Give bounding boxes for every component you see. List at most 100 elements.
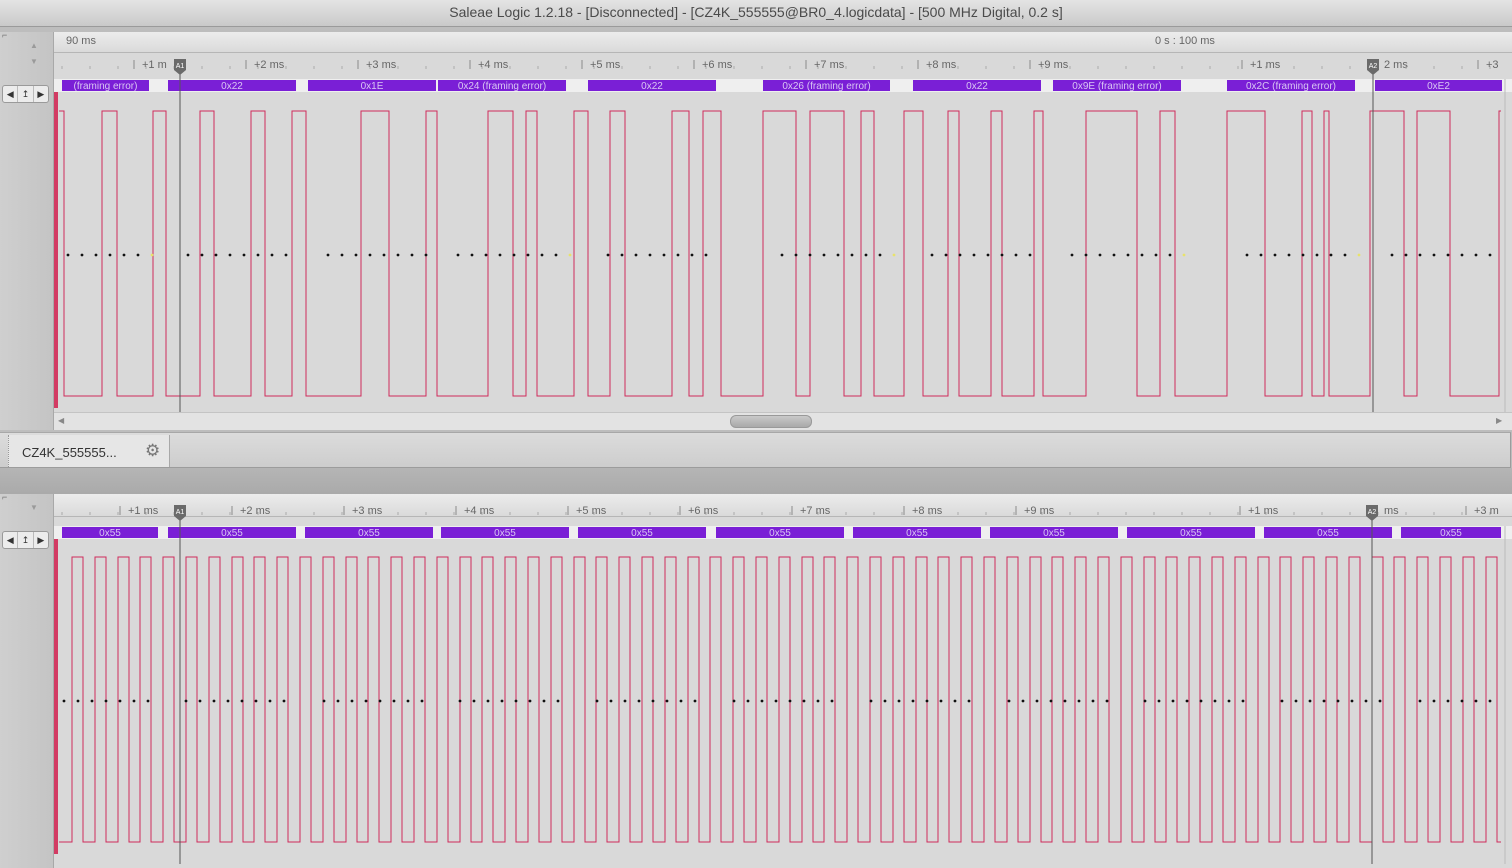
sample-dot (1336, 699, 1340, 703)
sample-dot (80, 253, 84, 257)
horizontal-scrollbar[interactable]: ◀ ▶ (54, 412, 1512, 430)
next-edge-button[interactable]: ▶ (34, 532, 48, 548)
top-waveform-area[interactable]: +1 m +2 ms +3 ms +4 ms +5 ms +6 ms +7 ms +8 ms +… (54, 52, 1512, 430)
bottom-waveform-area[interactable]: +1 ms +2 ms +3 ms +4 ms +5 ms +6 ms +7 ms +8 ms… (54, 494, 1512, 868)
sample-dot (651, 699, 655, 703)
gear-icon[interactable]: ⚙ (145, 441, 160, 461)
sample-dot (512, 253, 516, 257)
sample-dot (606, 253, 610, 257)
sample-dot (609, 699, 613, 703)
previous-edge-button[interactable]: ◀ (3, 86, 19, 102)
sample-dot (540, 253, 544, 257)
ruler-tick-label: +3 ms (366, 59, 397, 71)
scroll-up-icon[interactable]: ▲ (30, 41, 38, 50)
scroll-left-icon[interactable]: ◀ (58, 416, 64, 425)
panel-divider[interactable] (0, 468, 1512, 494)
sample-dot (420, 699, 424, 703)
sample-dot (186, 253, 190, 257)
sample-dot (774, 699, 778, 703)
sample-dot (780, 253, 784, 257)
sample-dot (214, 253, 218, 257)
sample-dot (1418, 253, 1422, 257)
sample-dot (1294, 699, 1298, 703)
sample-dot (1446, 699, 1450, 703)
sample-dot (200, 253, 204, 257)
sample-dot (1301, 253, 1305, 257)
edge-type-button[interactable]: ↥ (18, 532, 34, 548)
marker-a2-label: A2 (1369, 63, 1378, 70)
sample-dot (410, 253, 414, 257)
sample-dot (1213, 699, 1217, 703)
sample-dot (665, 699, 669, 703)
sample-dot (198, 699, 202, 703)
decode-label: 0x55 (1440, 528, 1462, 539)
sample-dot (368, 253, 372, 257)
sample-dot (944, 253, 948, 257)
sample-dot (822, 253, 826, 257)
sample-dot (679, 699, 683, 703)
time-ruler[interactable]: 90 ms 0 s : 100 ms (54, 32, 1512, 53)
scroll-down-icon[interactable]: ▼ (30, 57, 38, 66)
decode-label: 0x2C (framing error) (1246, 81, 1336, 92)
sample-dot (76, 699, 80, 703)
sample-dot (1343, 253, 1347, 257)
decode-label: 0x55 (631, 528, 653, 539)
sample-dot (1014, 253, 1018, 257)
sample-dot (528, 699, 532, 703)
sample-dot (326, 253, 330, 257)
sample-dot (424, 253, 428, 257)
next-edge-button[interactable]: ▶ (34, 86, 48, 102)
sample-dot (66, 253, 70, 257)
bottom-channel-panel: ⌐ ▼ ◀ ↥ ▶ +1 ms +2 ms +3 ms +4 ms +5 ms +6 ms… (0, 494, 1512, 868)
sample-dot (118, 699, 122, 703)
sample-dot (648, 253, 652, 257)
sample-dot (760, 699, 764, 703)
sample-dot (486, 699, 490, 703)
sample-dot (1474, 253, 1478, 257)
sample-dot (1021, 699, 1025, 703)
ruler-tick-label: +6 ms (688, 505, 719, 517)
ruler-tick-label: +7 ms (814, 59, 845, 71)
sample-dot (556, 699, 560, 703)
sample-dot (470, 253, 474, 257)
decode-label: 0x26 (framing error) (782, 81, 870, 92)
edge-type-button[interactable]: ↥ (18, 86, 34, 102)
sample-dot (1077, 699, 1081, 703)
scroll-thumb[interactable] (730, 415, 812, 428)
sample-dot (930, 253, 934, 257)
sample-dot (662, 253, 666, 257)
ruler-start-label: 90 ms (66, 35, 96, 47)
sample-dot (500, 699, 504, 703)
sample-dot (732, 699, 736, 703)
sample-dot (1112, 253, 1116, 257)
scroll-down-icon[interactable]: ▼ (30, 503, 38, 512)
sample-dot (1364, 699, 1368, 703)
sample-dot (350, 699, 354, 703)
ruler-tick-label: +3 m (1474, 505, 1499, 517)
decode-label: 0x55 (99, 528, 121, 539)
sample-dot (396, 253, 400, 257)
sample-dot (850, 253, 854, 257)
sample-dot (1280, 699, 1284, 703)
decode-label: 0x22 (221, 81, 243, 92)
previous-edge-button[interactable]: ◀ (3, 532, 19, 548)
sample-dot (1098, 253, 1102, 257)
scroll-right-icon[interactable]: ▶ (1496, 416, 1502, 425)
capture-tab-label: CZ4K_555555... (22, 445, 117, 460)
ruler-tick-label: +1 m (142, 59, 167, 71)
ruler-tick-label: +8 ms (912, 505, 943, 517)
sample-dot (830, 699, 834, 703)
sample-dot (354, 253, 358, 257)
decode-label: 0x55 (769, 528, 791, 539)
sample-dot (382, 253, 386, 257)
sample-dot (794, 253, 798, 257)
sample-dot (1154, 253, 1158, 257)
sample-dot (1185, 699, 1189, 703)
sample-dot (62, 699, 66, 703)
sample-dot (254, 699, 258, 703)
capture-tab[interactable]: CZ4K_555555... ⚙ (8, 435, 170, 467)
sample-dot (958, 253, 962, 257)
trigger-edge (54, 539, 58, 854)
sample-dot (1063, 699, 1067, 703)
decode-label: 0x55 (1043, 528, 1065, 539)
